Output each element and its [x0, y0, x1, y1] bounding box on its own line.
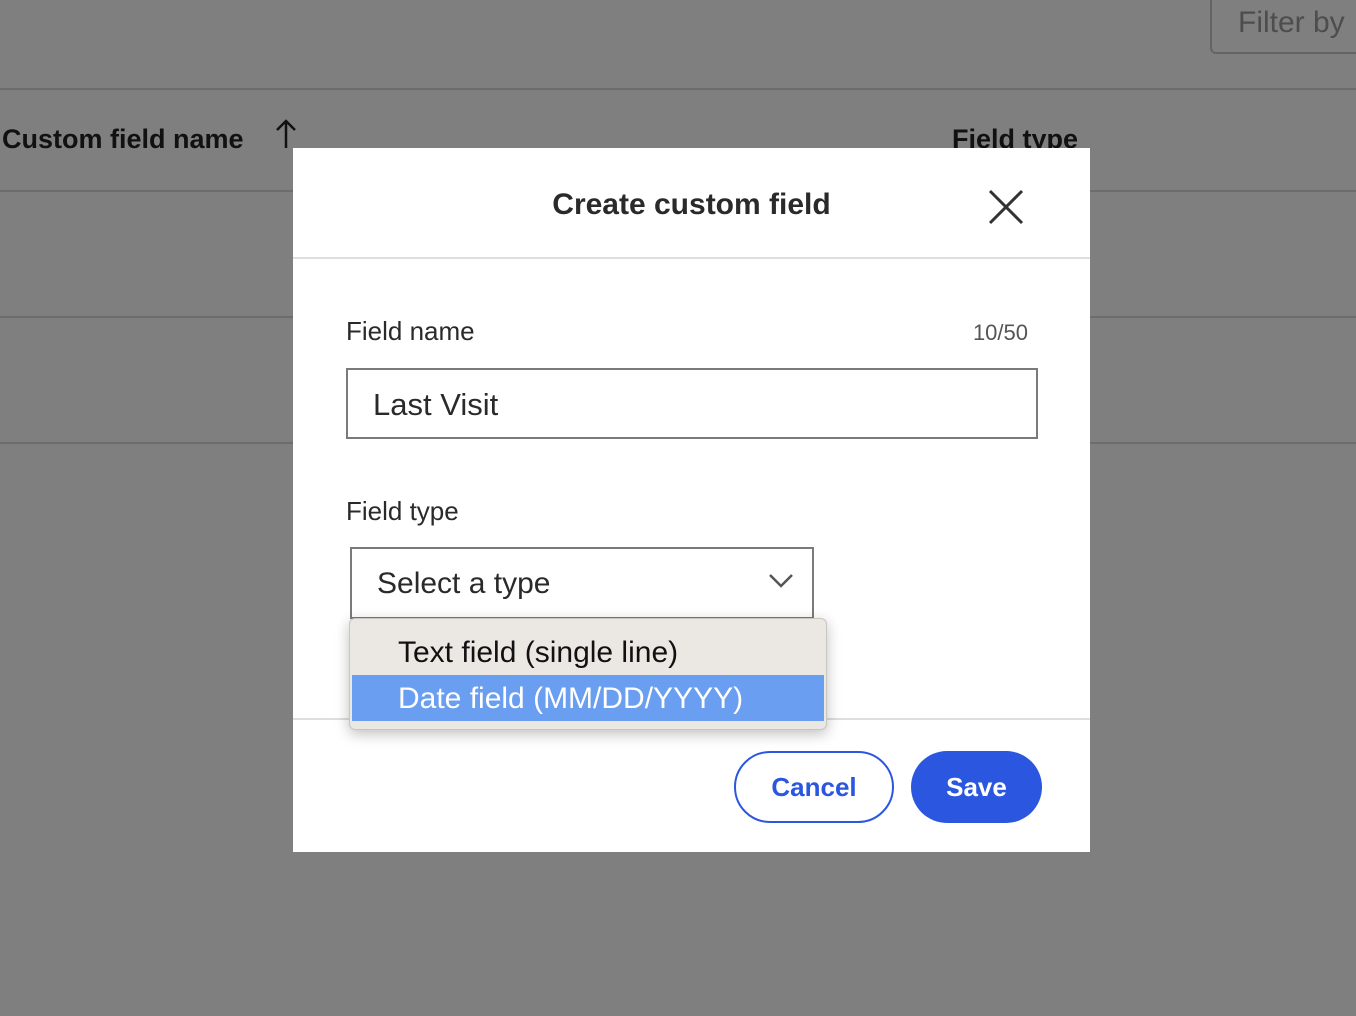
field-name-label: Field name — [346, 316, 475, 346]
field-type-label: Field type — [346, 496, 459, 526]
field-name-value: Last Visit — [373, 387, 499, 422]
option-label: Date field (MM/DD/YYYY) — [398, 682, 744, 715]
option-date-field[interactable]: Date field (MM/DD/YYYY) — [352, 675, 824, 721]
option-label: Text field (single line) — [398, 636, 679, 669]
character-counter: 10/50 — [972, 320, 1028, 345]
header-divider — [293, 257, 1090, 259]
modal-title: Create custom field — [552, 188, 831, 221]
select-placeholder: Select a type — [377, 567, 551, 600]
save-button[interactable]: Save — [911, 751, 1042, 823]
option-text-field[interactable]: Text field (single line) — [352, 629, 824, 675]
chevron-down-icon — [769, 574, 793, 588]
field-name-input[interactable]: Last Visit — [346, 368, 1038, 439]
close-icon[interactable] — [983, 184, 1029, 230]
cancel-button[interactable]: Cancel — [734, 751, 894, 823]
field-type-select[interactable]: Select a type — [350, 547, 814, 619]
field-type-options-list: Text field (single line) Date field (MM/… — [349, 618, 827, 730]
create-custom-field-dialog: Create custom field Field name 10/50 Las… — [293, 148, 1090, 852]
